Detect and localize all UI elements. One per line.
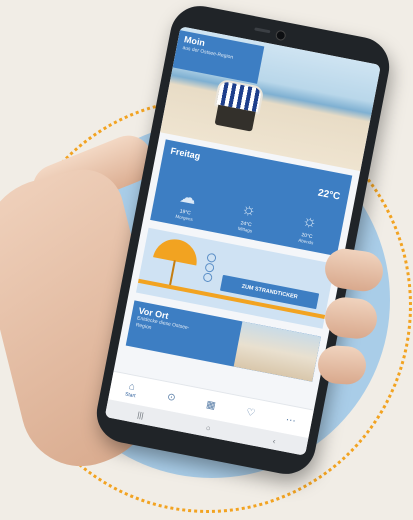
home-circle-icon[interactable]: ○	[205, 423, 211, 433]
back-icon[interactable]: ‹	[272, 436, 276, 445]
location-pin-icon: ⊙	[166, 391, 177, 404]
more-icon: ⋯	[284, 414, 297, 427]
weather-slot-evening: ☼ 20°C Abends	[280, 209, 337, 249]
heart-icon: ♡	[245, 406, 257, 419]
weather-slot-morning: ☁ 19°C Morgens	[158, 185, 215, 225]
nav-item-favorites[interactable]: ♡	[245, 406, 256, 419]
beach-chair-image	[211, 78, 265, 133]
nav-item-start[interactable]: ⌂ Start	[125, 380, 139, 399]
weather-slot-noon: ☼ 24°C Mittags	[219, 197, 276, 237]
umbrella-icon	[153, 235, 201, 266]
hand-finger	[316, 344, 368, 386]
weather-current-temp: 22°C	[316, 187, 341, 203]
traffic-light-icon	[199, 251, 219, 285]
nav-item-more[interactable]: ⋯	[285, 414, 297, 427]
calendar-icon: ▦	[205, 398, 217, 412]
phone-speaker	[254, 27, 271, 34]
greeting-card: Moin aus der Ostsee-Region	[172, 30, 265, 84]
recent-apps-icon[interactable]: |||	[137, 410, 145, 420]
vor-ort-image	[233, 321, 321, 382]
nav-item-location[interactable]: ⊙	[166, 391, 176, 403]
camera-icon	[274, 29, 287, 42]
nav-item-label: Start	[124, 390, 137, 399]
nav-item-calendar[interactable]: ▦	[205, 399, 216, 412]
